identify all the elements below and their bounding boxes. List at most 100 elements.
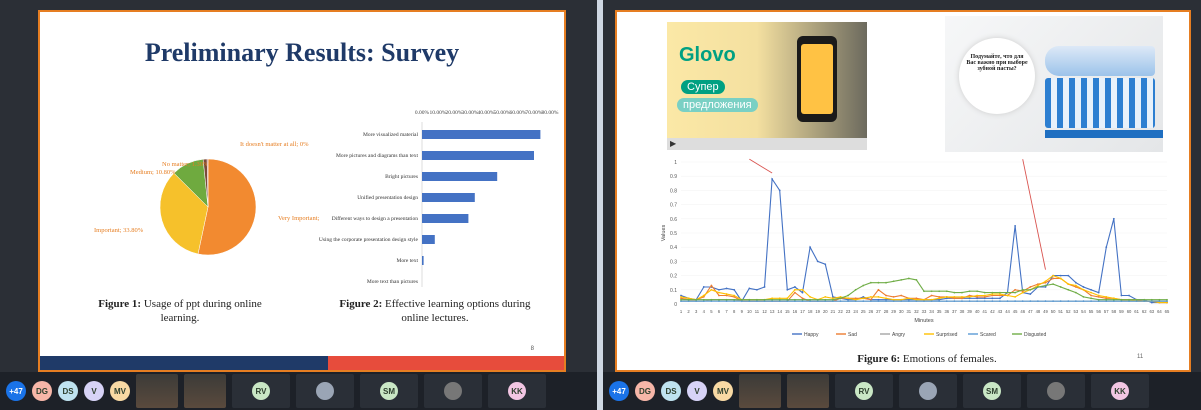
- data-point: [999, 300, 1001, 303]
- x-tick-label: 51: [1058, 309, 1063, 314]
- more-participants-badge[interactable]: +47: [6, 381, 26, 401]
- slide-title: Preliminary Results: Survey: [144, 38, 460, 67]
- data-point: [892, 300, 895, 303]
- data-point: [718, 294, 720, 297]
- data-point: [961, 291, 963, 294]
- x-tick-label: 7: [725, 309, 728, 314]
- more-participants-badge[interactable]: +47: [609, 381, 629, 401]
- avatar-photo-icon: [444, 382, 462, 400]
- participant-strip: +47 DG DS V MV RV SM KK: [0, 372, 597, 410]
- avatar[interactable]: MV: [110, 381, 130, 401]
- data-point: [725, 293, 728, 295]
- data-point: [1105, 246, 1108, 249]
- data-point: [885, 294, 887, 297]
- data-point: [1074, 281, 1077, 284]
- x-tick-label: 55: [1089, 309, 1094, 314]
- participant-tile[interactable]: [899, 374, 957, 408]
- data-point: [801, 298, 804, 301]
- y-tick-label: 0.4: [670, 245, 677, 251]
- slide-emotions: Glovo Супер предложения ▶ Подумайте, что…: [615, 10, 1191, 372]
- data-point: [862, 300, 865, 303]
- data-point: [1059, 300, 1062, 303]
- data-point: [1120, 298, 1123, 301]
- avatar[interactable]: DS: [58, 381, 78, 401]
- data-point: [869, 296, 872, 298]
- data-point: [953, 300, 956, 303]
- data-point: [1037, 286, 1039, 288]
- data-point: [1090, 294, 1092, 297]
- data-point: [1158, 298, 1161, 301]
- x-tick-label: 15: [785, 309, 790, 314]
- video-player[interactable]: Glovo Супер предложения ▶: [667, 22, 867, 150]
- legend-label: Happy: [804, 332, 819, 338]
- data-point: [877, 288, 880, 291]
- data-point: [869, 300, 872, 303]
- x-tick-label: 44: [1005, 309, 1010, 314]
- data-point: [1044, 280, 1047, 283]
- data-point: [710, 288, 713, 291]
- data-point: [1128, 294, 1130, 297]
- participant-tile[interactable]: RV: [232, 374, 290, 408]
- data-point: [778, 189, 781, 192]
- data-point: [1166, 298, 1168, 301]
- avatar[interactable]: DS: [661, 381, 681, 401]
- glovo-logo: Glovo: [679, 44, 736, 66]
- avatar-photo-icon: [919, 382, 937, 400]
- data-point: [725, 298, 728, 301]
- y-axis-label: Values: [661, 225, 667, 242]
- data-point: [907, 297, 910, 300]
- data-point: [733, 294, 736, 297]
- bar-label: Unified presentation design: [357, 194, 418, 201]
- data-point: [1090, 297, 1092, 300]
- data-point: [968, 296, 971, 298]
- avatar[interactable]: DG: [32, 381, 52, 401]
- bar-label: More pictures and diagrams than text: [336, 153, 418, 159]
- x-tick-label: 35: [937, 309, 942, 314]
- x-tick-label: 59: [1119, 309, 1124, 314]
- participant-tile[interactable]: [296, 374, 354, 408]
- participant-tile[interactable]: [1027, 374, 1085, 408]
- avatar: KK: [508, 382, 526, 400]
- data-point: [885, 300, 887, 303]
- play-icon[interactable]: ▶: [670, 139, 676, 148]
- x-tick-label: 50: [1051, 309, 1056, 314]
- data-point: [695, 298, 698, 301]
- x-tick-label: 37: [952, 309, 957, 314]
- x-tick-label: 58: [1112, 309, 1117, 314]
- data-point: [718, 288, 720, 291]
- x-tick-label: 40.00%: [478, 110, 495, 116]
- data-point: [794, 286, 796, 288]
- data-point: [1059, 274, 1062, 277]
- bar: [422, 235, 435, 244]
- avatar[interactable]: DG: [635, 381, 655, 401]
- data-point: [1074, 300, 1077, 303]
- participant-tile[interactable]: SM: [963, 374, 1021, 408]
- x-tick-label: 42: [990, 309, 995, 314]
- x-tick-label: 0.00%: [415, 110, 430, 116]
- data-point: [801, 291, 804, 294]
- participant-video[interactable]: [136, 374, 178, 408]
- data-point: [763, 298, 766, 301]
- participant-video[interactable]: [739, 374, 781, 408]
- data-point: [930, 300, 933, 303]
- avatar[interactable]: V: [84, 381, 104, 401]
- participant-tile[interactable]: KK: [1091, 374, 1149, 408]
- data-point: [1014, 288, 1017, 291]
- data-point: [1059, 286, 1062, 288]
- participant-tile[interactable]: [424, 374, 482, 408]
- avatar[interactable]: MV: [713, 381, 733, 401]
- data-point: [1044, 284, 1047, 287]
- bar: [422, 214, 469, 223]
- participant-video[interactable]: [787, 374, 829, 408]
- data-point: [1021, 291, 1024, 294]
- participant-video[interactable]: [184, 374, 226, 408]
- data-point: [1097, 294, 1100, 297]
- video-controls[interactable]: ▶: [667, 138, 867, 150]
- x-tick-label: 2: [687, 309, 690, 314]
- participant-tile[interactable]: RV: [835, 374, 893, 408]
- avatar[interactable]: V: [687, 381, 707, 401]
- y-tick-label: 0.3: [670, 259, 677, 265]
- participant-tile[interactable]: SM: [360, 374, 418, 408]
- participant-tile[interactable]: KK: [488, 374, 546, 408]
- data-point: [794, 288, 796, 291]
